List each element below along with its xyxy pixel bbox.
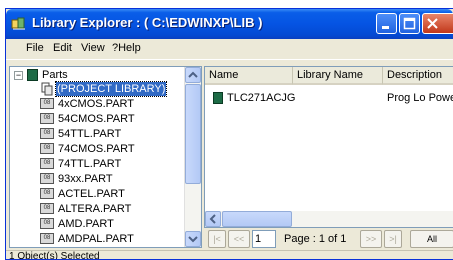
column-header-name[interactable]: Name [205, 67, 293, 85]
cell-description: Prog Lo Power [387, 92, 453, 104]
part-icon [213, 92, 223, 104]
column-header-library-name[interactable]: Library Name [293, 67, 383, 85]
tree-vertical-scrollbar[interactable] [184, 67, 201, 247]
tree-item-part[interactable]: 08 93xx.PART [10, 172, 186, 186]
tree-root-label: Parts [42, 69, 68, 81]
part-library-icon: 08 [40, 98, 54, 109]
tree-root-parts[interactable]: − Parts [10, 68, 186, 82]
chevron-up-icon [188, 71, 198, 78]
tree-item-label: ACTEL.PART [58, 188, 125, 200]
chevron-left-icon [209, 214, 216, 224]
horizontal-scroll-thumb[interactable] [222, 211, 292, 227]
part-library-icon: 08 [40, 173, 54, 184]
parts-folder-icon [27, 69, 38, 81]
part-library-icon: 08 [40, 188, 54, 199]
maximize-button[interactable] [399, 13, 420, 34]
tree-item-label: AMDPAL.PART [58, 233, 134, 245]
close-icon [427, 18, 438, 29]
menu-bar: File Edit View ?Help [6, 39, 453, 60]
page-number-input[interactable]: 1 [252, 230, 276, 248]
part-library-icon: 08 [40, 218, 54, 229]
part-library-icon: 08 [40, 113, 54, 124]
tree-item-label: ALTERA.PART [58, 203, 132, 215]
list-horizontal-scrollbar[interactable] [205, 211, 453, 227]
scroll-down-button[interactable] [185, 231, 201, 247]
collapse-toggle-icon[interactable]: − [14, 71, 23, 80]
library-explorer-window: Library Explorer : ( C:\EDWINXP\LIB ) Fi… [5, 8, 453, 260]
tree-item-label: AMD.PART [58, 218, 114, 230]
tree-item-label: 54CMOS.PART [58, 113, 135, 125]
tree-item-part[interactable]: 08 AMD.PART [10, 217, 186, 231]
menu-edit[interactable]: Edit [53, 42, 72, 54]
page-indicator: Page : 1 of 1 [284, 233, 347, 245]
first-page-button[interactable]: |< [208, 230, 226, 248]
maximize-icon [403, 17, 416, 30]
pagination-bar: |< << 1 Page : 1 of 1 >> >| All [204, 230, 453, 248]
parts-list[interactable]: Name Library Name Description TLC271ACJG… [204, 66, 453, 228]
tree-item-label: 93xx.PART [58, 173, 113, 185]
close-button[interactable] [422, 13, 453, 34]
tree-item-part[interactable]: 08 AMDPAL.PART [10, 232, 186, 246]
next-page-button[interactable]: >> [360, 230, 382, 248]
window-title: Library Explorer : ( C:\EDWINXP\LIB ) [32, 15, 263, 30]
tree-item-label: 4xCMOS.PART [58, 98, 134, 110]
menu-help[interactable]: ?Help [112, 42, 141, 54]
last-page-button[interactable]: >| [384, 230, 402, 248]
part-library-icon: 08 [40, 233, 54, 244]
status-bar: 1 Object(s) Selected [6, 250, 453, 259]
tree-item-project-library[interactable]: (PROJECT LIBRARY) [10, 81, 186, 97]
scroll-left-button[interactable] [205, 211, 221, 227]
part-library-icon: 08 [40, 158, 54, 169]
app-icon [11, 17, 25, 30]
project-library-icon [41, 82, 53, 96]
tree-item-label: 74CMOS.PART [58, 143, 135, 155]
prev-page-button[interactable]: << [228, 230, 250, 248]
tree-item-part[interactable]: 08 74CMOS.PART [10, 142, 186, 156]
part-library-icon: 08 [40, 143, 54, 154]
scroll-up-button[interactable] [185, 67, 201, 83]
part-library-icon: 08 [40, 203, 54, 214]
library-tree[interactable]: − Parts (PROJECT LIBRARY) 08 4xCMOS.PART… [9, 66, 202, 248]
cell-name: TLC271ACJG [227, 92, 296, 104]
tree-item-part[interactable]: 08 4xCMOS.PART [10, 97, 186, 111]
tree-item-part[interactable]: 08 ACTEL.PART [10, 187, 186, 201]
tree-item-label: 74TTL.PART [58, 158, 122, 170]
menu-view[interactable]: View [81, 42, 105, 54]
tree-item-label: 54TTL.PART [58, 128, 122, 140]
part-library-icon: 08 [40, 128, 54, 139]
title-bar[interactable]: Library Explorer : ( C:\EDWINXP\LIB ) [6, 9, 453, 39]
menu-file[interactable]: File [26, 42, 44, 54]
tree-item-part[interactable]: 08 ALTERA.PART [10, 202, 186, 216]
tree-item-part[interactable]: 08 54CMOS.PART [10, 112, 186, 126]
tree-item-label: (PROJECT LIBRARY) [54, 81, 168, 97]
tree-item-part[interactable]: 08 74TTL.PART [10, 157, 186, 171]
all-button[interactable]: All [410, 230, 453, 248]
tree-item-part[interactable]: 08 54TTL.PART [10, 127, 186, 141]
chevron-down-icon [188, 236, 198, 243]
minimize-button[interactable] [376, 13, 397, 34]
scroll-thumb[interactable] [185, 84, 201, 184]
table-row[interactable]: TLC271ACJG Prog Lo Power [205, 91, 453, 105]
minimize-icon [382, 26, 389, 29]
column-header-description[interactable]: Description [383, 67, 453, 85]
